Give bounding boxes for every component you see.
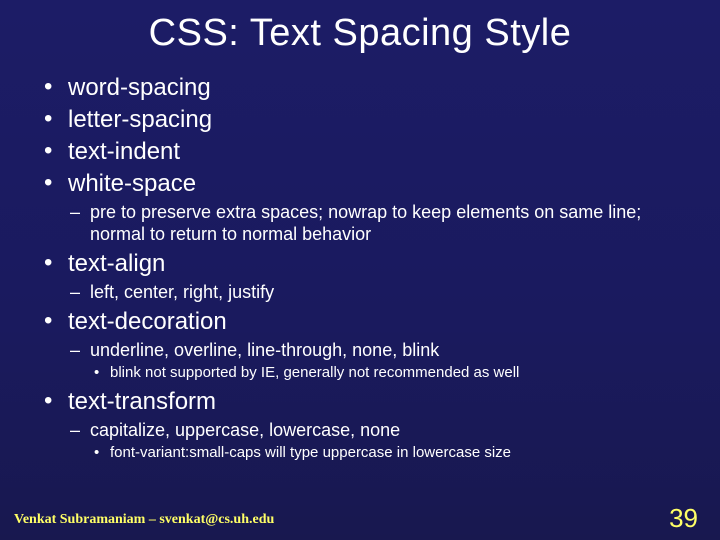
list-item: left, center, right, justify xyxy=(68,281,680,303)
bullet-text: white-space xyxy=(68,170,196,197)
sub-list: underline, overline, line-through, none,… xyxy=(68,339,680,383)
bullet-text: pre to preserve extra spaces; nowrap to … xyxy=(90,202,641,244)
list-item: underline, overline, line-through, none,… xyxy=(68,339,680,383)
sub-list: left, center, right, justify xyxy=(68,281,680,303)
bullet-text: text-indent xyxy=(68,138,180,165)
bullet-text: font-variant:small-caps will type upperc… xyxy=(110,444,511,461)
list-item: pre to preserve extra spaces; nowrap to … xyxy=(68,201,680,245)
bullet-text: text-align xyxy=(68,250,165,277)
sub-sub-list: font-variant:small-caps will type upperc… xyxy=(90,443,680,463)
list-item: capitalize, uppercase, lowercase, none f… xyxy=(68,419,680,463)
bullet-list: word-spacing letter-spacing text-indent … xyxy=(40,73,680,463)
bullet-text: capitalize, uppercase, lowercase, none xyxy=(90,420,400,440)
sub-list: pre to preserve extra spaces; nowrap to … xyxy=(68,201,680,245)
list-item: text-transform capitalize, uppercase, lo… xyxy=(40,387,680,463)
list-item: font-variant:small-caps will type upperc… xyxy=(90,443,680,463)
footer-author: Venkat Subramaniam – svenkat@cs.uh.edu xyxy=(14,512,274,528)
page-number: 39 xyxy=(669,503,698,534)
bullet-text: letter-spacing xyxy=(68,106,212,133)
sub-sub-list: blink not supported by IE, generally not… xyxy=(90,363,680,383)
list-item: letter-spacing xyxy=(40,105,680,135)
list-item: text-decoration underline, overline, lin… xyxy=(40,307,680,383)
sub-list: capitalize, uppercase, lowercase, none f… xyxy=(68,419,680,463)
slide: CSS: Text Spacing Style word-spacing let… xyxy=(0,0,720,540)
bullet-text: word-spacing xyxy=(68,74,211,101)
bullet-text: left, center, right, justify xyxy=(90,282,274,302)
bullet-text: text-transform xyxy=(68,388,216,415)
list-item: word-spacing xyxy=(40,73,680,103)
bullet-text: text-decoration xyxy=(68,308,227,335)
list-item: blink not supported by IE, generally not… xyxy=(90,363,680,383)
bullet-text: underline, overline, line-through, none,… xyxy=(90,340,439,360)
list-item: text-align left, center, right, justify xyxy=(40,249,680,303)
bullet-text: blink not supported by IE, generally not… xyxy=(110,364,519,381)
list-item: white-space pre to preserve extra spaces… xyxy=(40,169,680,245)
slide-title: CSS: Text Spacing Style xyxy=(40,12,680,55)
list-item: text-indent xyxy=(40,137,680,167)
